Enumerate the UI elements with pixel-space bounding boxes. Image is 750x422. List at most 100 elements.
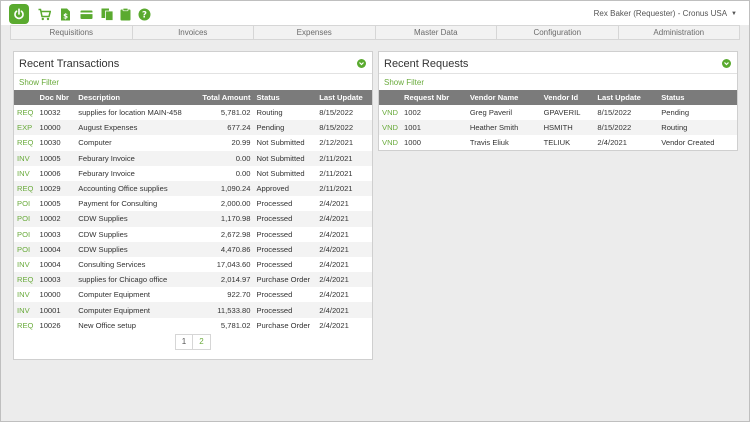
table-row[interactable]: VND 1000 Travis Eliuk TELIUK 2/4/2021 Vendor …: [379, 135, 737, 150]
doc-type-link[interactable]: POI: [14, 242, 36, 257]
request-type-link[interactable]: VND: [379, 120, 401, 135]
status: Purchase Order: [256, 320, 311, 330]
doc-type-link[interactable]: INV: [14, 151, 36, 166]
page-1-button[interactable]: 1: [175, 334, 193, 350]
doc-type-link[interactable]: INV: [14, 287, 36, 302]
description: CDW Supplies: [78, 229, 128, 239]
doc-type-link[interactable]: EXP: [14, 120, 36, 135]
table-row[interactable]: VND 1002 Greg Paveril GPAVERIL 8/15/2022 Pend…: [379, 105, 737, 120]
vendor-name: Heather Smith: [469, 123, 519, 133]
last-update: 8/15/2022: [319, 123, 354, 133]
help-icon[interactable]: ?: [138, 8, 151, 21]
power-icon[interactable]: [9, 4, 29, 24]
table-row[interactable]: EXP 10000 August Expenses 677.24 Pending 8/15…: [14, 120, 372, 136]
table-row[interactable]: INV 10004 Consulting Services 17,043.60 Proc…: [14, 257, 372, 272]
doc-type-link[interactable]: REQ: [14, 135, 36, 150]
collapse-chevron-icon[interactable]: [357, 59, 366, 68]
page-2-button[interactable]: 2: [193, 334, 211, 350]
col-type[interactable]: [379, 90, 401, 105]
clipboard-icon[interactable]: [119, 7, 132, 21]
copy-icon[interactable]: [101, 8, 114, 21]
dollar-document-icon[interactable]: $: [59, 8, 72, 21]
col-vendor-id[interactable]: Vendor Id: [541, 90, 595, 105]
table-row[interactable]: POI 10004 CDW Supplies 4,470.86 Processed 2/4…: [14, 241, 372, 257]
table-row[interactable]: POI 10003 CDW Supplies 2,672.98 Processed 2/4…: [14, 227, 372, 242]
table-row[interactable]: POI 10005 Payment for Consulting 2,000.00 Pr…: [14, 196, 372, 211]
col-last-update[interactable]: Last Update: [594, 90, 658, 105]
last-update: 2/4/2021: [319, 259, 349, 269]
col-description[interactable]: Description: [75, 90, 195, 105]
nav-requisitions[interactable]: Requisitions: [11, 26, 133, 39]
total-amount: 17,043.60: [216, 259, 251, 269]
doc-type-link[interactable]: POI: [14, 227, 36, 242]
user-menu[interactable]: Rex Baker (Requester) - Cronus USA ▼: [594, 9, 737, 18]
doc-type-link[interactable]: INV: [14, 302, 36, 317]
table-row[interactable]: INV 10006 Feburary Invoice 0.00 Not Submitte…: [14, 166, 372, 181]
doc-type-link[interactable]: REQ: [14, 318, 36, 333]
show-filter-link[interactable]: Show Filter: [384, 78, 424, 87]
last-update: 2/12/2021: [319, 138, 354, 148]
request-type-link[interactable]: VND: [379, 135, 401, 150]
table-row[interactable]: REQ 10029 Accounting Office supplies 1,090.…: [14, 180, 372, 197]
last-update: 2/4/2021: [319, 214, 349, 224]
show-filter-link[interactable]: Show Filter: [19, 78, 59, 87]
total-amount: 11,533.80: [217, 305, 251, 315]
table-row[interactable]: REQ 10032 supplies for location MAIN-458 5,…: [14, 105, 372, 120]
table-row[interactable]: INV 10000 Computer Equipment 922.70 Processe…: [14, 287, 372, 302]
status: Purchase Order: [256, 275, 311, 285]
status: Not Submitted: [256, 168, 305, 178]
table-row[interactable]: REQ 10026 New Office setup 5,781.02 Purchase…: [14, 318, 372, 333]
description: Feburary Invoice: [78, 153, 135, 163]
collapse-chevron-icon[interactable]: [722, 59, 731, 68]
status: Processed: [256, 290, 293, 300]
doc-type-link[interactable]: INV: [14, 257, 36, 272]
table-row[interactable]: POI 10002 CDW Supplies 1,170.98 Processed 2/4…: [14, 211, 372, 227]
doc-type-link[interactable]: POI: [14, 196, 36, 211]
request-type-link[interactable]: VND: [379, 105, 401, 120]
doc-nbr: 10029: [39, 184, 61, 194]
doc-type-link[interactable]: REQ: [14, 272, 36, 287]
last-update: 8/15/2022: [597, 123, 632, 133]
cart-icon[interactable]: [38, 8, 52, 21]
total-amount: 20.99: [231, 138, 251, 148]
status: Processed: [256, 305, 293, 315]
total-amount: 2,014.97: [220, 275, 251, 285]
doc-type-link[interactable]: INV: [14, 166, 36, 181]
table-row[interactable]: VND 1001 Heather Smith HSMITH 8/15/2022 Routi…: [379, 120, 737, 136]
last-update: 2/4/2021: [319, 229, 349, 239]
col-status[interactable]: Status: [658, 90, 737, 105]
col-status[interactable]: Status: [253, 90, 316, 105]
col-doc-nbr[interactable]: Doc Nbr: [36, 90, 75, 105]
description: Computer Equipment: [78, 305, 151, 315]
last-update: 2/11/2021: [319, 153, 353, 163]
last-update: 2/4/2021: [319, 199, 349, 209]
table-row[interactable]: INV 10001 Computer Equipment 11,533.80 Proce…: [14, 302, 372, 318]
doc-type-link[interactable]: REQ: [14, 105, 36, 120]
doc-nbr: 10002: [39, 214, 61, 224]
description: CDW Supplies: [78, 214, 128, 224]
col-total-amount[interactable]: Total Amount: [196, 90, 254, 105]
svg-text:?: ?: [142, 11, 147, 21]
doc-nbr: 10004: [39, 259, 61, 269]
doc-nbr: 10003: [39, 275, 61, 285]
doc-nbr: 10005: [39, 153, 61, 163]
table-row[interactable]: INV 10005 Feburary Invoice 0.00 Not Submitte…: [14, 150, 372, 166]
nav-master-data[interactable]: Master Data: [376, 26, 497, 39]
total-amount: 5,781.02: [220, 108, 251, 118]
nav-configuration[interactable]: Configuration: [497, 26, 619, 39]
description: Consulting Services: [78, 259, 146, 269]
total-amount: 677.24: [227, 123, 251, 133]
status: Processed: [256, 244, 293, 254]
nav-administration[interactable]: Administration: [619, 26, 740, 39]
nav-expenses[interactable]: Expenses: [254, 26, 376, 39]
table-row[interactable]: REQ 10030 Computer 20.99 Not Submitted 2/12/2…: [14, 135, 372, 150]
table-row[interactable]: REQ 10003 supplies for Chicago office 2,014…: [14, 272, 372, 288]
col-type[interactable]: [14, 90, 36, 105]
credit-card-icon[interactable]: [80, 8, 93, 21]
col-vendor-name[interactable]: Vendor Name: [467, 90, 541, 105]
col-last-update[interactable]: Last Update: [316, 90, 372, 105]
nav-invoices[interactable]: Invoices: [133, 26, 254, 39]
doc-type-link[interactable]: REQ: [14, 181, 36, 196]
col-request-nbr[interactable]: Request Nbr: [401, 90, 467, 105]
doc-type-link[interactable]: POI: [14, 211, 36, 226]
